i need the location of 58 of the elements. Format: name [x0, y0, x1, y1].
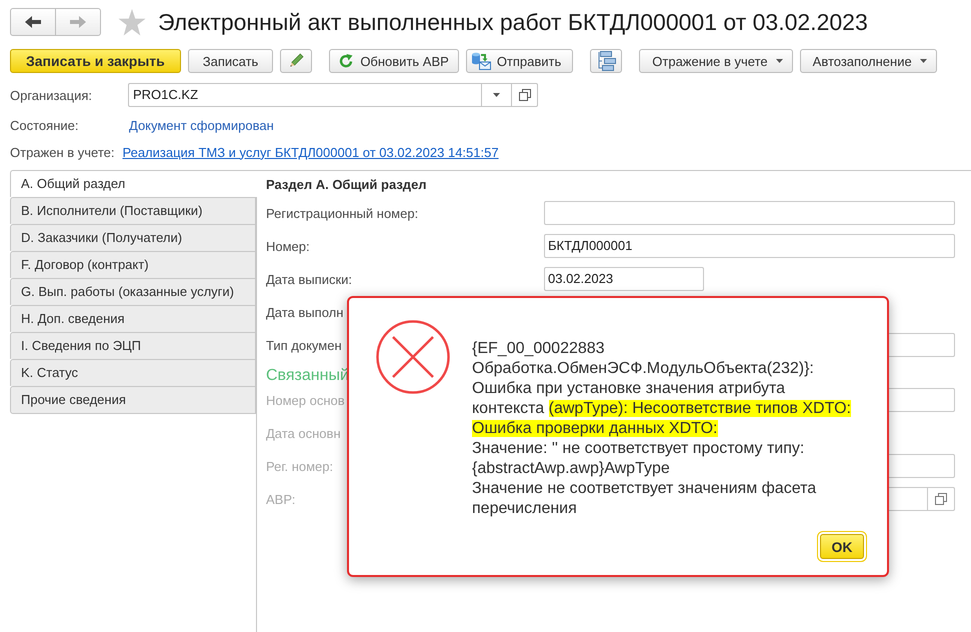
- field-label: Дата основн: [266, 426, 341, 440]
- field-label: Дата выписки:: [266, 272, 352, 286]
- field-label: Номер основ: [266, 392, 345, 408]
- tab[interactable]: B. Исполнители (Поставщики): [10, 197, 256, 224]
- section-heading: Связанный: [266, 367, 349, 385]
- menu-button[interactable]: Автозаполнение: [800, 49, 937, 73]
- arrow-left-icon: [25, 16, 41, 28]
- edit-button[interactable]: [280, 49, 312, 73]
- open-button[interactable]: [512, 83, 538, 107]
- input-field[interactable]: [886, 454, 955, 478]
- input-field[interactable]: [887, 487, 928, 511]
- field-label: Регистрационный номер:: [266, 206, 418, 220]
- field-label: Отражен в учете:: [10, 144, 114, 160]
- caret-down-icon: [920, 59, 927, 63]
- tab[interactable]: K. Статус: [10, 359, 256, 386]
- error-icon: [376, 320, 450, 394]
- refresh-icon: [339, 54, 354, 68]
- ok-button[interactable]: OK: [820, 534, 864, 559]
- status-text: Документ сформирован: [129, 118, 274, 132]
- refresh-button[interactable]: Обновить АВР: [329, 49, 459, 73]
- field-label: АВР:: [266, 492, 296, 506]
- send-mail-icon: [470, 52, 491, 70]
- field-label: Тип докумен: [266, 338, 342, 352]
- overlap-squares-icon: [935, 493, 947, 505]
- error-message: {EF_00_00022883 Обработка.ОбменЭСФ.МодульОбъекта(232)}: Ошибка при установке значения атрибута контекста (awpType): Несоответствие типов XDTO: Ошибка проверки данных XDTO: Значение: '' не соответствует простому типу: {abstractAwp.awp}AwpType Значение не соответствует значениям фасета перечисления: [472, 339, 851, 519]
- input-field[interactable]: [886, 333, 955, 357]
- tab[interactable]: I. Сведения по ЭЦП: [10, 332, 256, 359]
- caret-down-icon: [493, 93, 500, 97]
- field-label: Номер:: [266, 238, 310, 254]
- structure-button[interactable]: [590, 49, 622, 73]
- hierarchy-icon: [596, 51, 616, 71]
- tab[interactable]: F. Договор (контракт): [10, 251, 256, 278]
- tab[interactable]: H. Доп. сведения: [10, 305, 256, 332]
- field-label: Дата выполн: [266, 304, 344, 320]
- document-link[interactable]: Реализация ТМЗ и услуг БКТДЛ000001 от 03.02.2023 14:51:57: [122, 144, 499, 160]
- field-label: Состояние:: [10, 118, 80, 132]
- caret-down-icon: [776, 59, 783, 63]
- tab[interactable]: A. Общий раздел: [10, 170, 257, 197]
- back-button[interactable]: [10, 8, 56, 36]
- field-label: Рег. номер:: [266, 458, 334, 474]
- send-button[interactable]: Отправить: [466, 49, 574, 73]
- overlap-squares-icon: [518, 89, 530, 101]
- section-title: Раздел А. Общий раздел: [266, 177, 427, 193]
- star-icon[interactable]: [118, 8, 146, 36]
- menu-button[interactable]: Отражение в учете: [639, 49, 793, 73]
- select-field[interactable]: PRO1C.KZ: [128, 83, 482, 107]
- save-button[interactable]: Записать: [188, 49, 274, 73]
- window-title: Электронный акт выполненных работ БКТДЛ000001 от 03.02.2023: [158, 8, 868, 36]
- field-label: Организация:: [10, 88, 94, 102]
- save-and-close-button[interactable]: Записать и закрыть: [10, 49, 181, 73]
- arrow-right-icon: [70, 16, 86, 28]
- input-field[interactable]: БКТДЛ000001: [544, 234, 955, 258]
- tab[interactable]: D. Заказчики (Получатели): [10, 224, 256, 251]
- input-field[interactable]: [886, 388, 955, 412]
- tab[interactable]: G. Вып. работы (оказанные услуги): [10, 278, 256, 305]
- date-field[interactable]: 03.02.2023: [544, 267, 704, 291]
- input-field[interactable]: [544, 201, 955, 225]
- tab[interactable]: Прочие сведения: [10, 386, 256, 414]
